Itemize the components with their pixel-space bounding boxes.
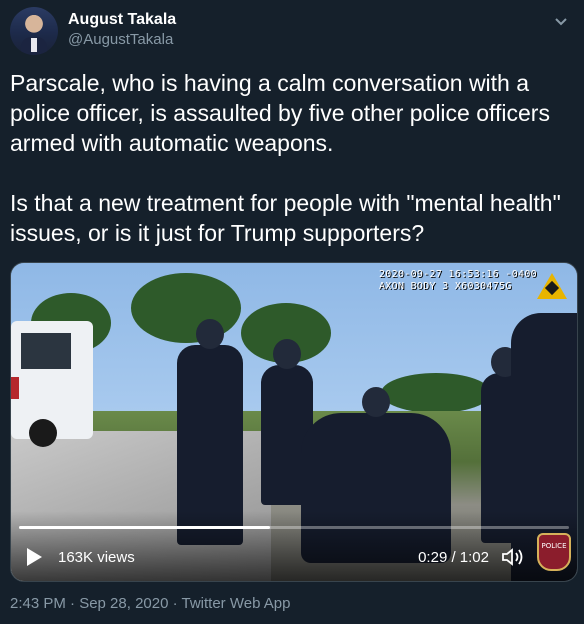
bodycam-timestamp-line: 2020-09-27 16:53:16 -0400 [378, 269, 537, 280]
video-controls: 163K views 0:29 / 1:02 [11, 543, 577, 571]
view-count: 163K views [58, 548, 135, 566]
tweet-meta[interactable]: 2:43 PM · Sep 28, 2020 · Twitter Web App [10, 595, 290, 612]
tweet-paragraph: Is that a new treatment for people with … [10, 190, 561, 246]
officer-head [273, 339, 301, 369]
truck-taillight [11, 377, 19, 399]
video-player[interactable]: 2020-09-27 16:53:16 -0400 AXON BODY 3 X6… [10, 262, 578, 582]
bodycam-device-line: AXON BODY 3 X6030475G [378, 281, 512, 292]
author-handle[interactable]: @AugustTakala [68, 30, 176, 50]
truck-window [21, 333, 71, 369]
truck-tire [29, 419, 57, 447]
author-names: August Takala @AugustTakala [68, 10, 176, 50]
palm-tree [381, 373, 491, 413]
play-icon[interactable] [27, 548, 42, 566]
bodycam-timestamp: 2020-09-27 16:53:16 -0400 AXON BODY 3 X6… [379, 269, 537, 293]
officer-head [362, 387, 390, 417]
avatar[interactable] [10, 7, 58, 55]
axon-logo-icon [537, 273, 567, 299]
officer-head [196, 319, 224, 349]
police-badge-logo: POLICE [537, 533, 571, 571]
palm-tree [131, 273, 241, 343]
tweet-paragraph: Parscale, who is having a calm conversat… [10, 70, 550, 156]
video-time: 0:29 / 1:02 [418, 548, 489, 566]
white-truck [11, 321, 93, 447]
chevron-down-icon[interactable] [552, 12, 570, 30]
tweet-text: Parscale, who is having a calm conversat… [10, 68, 576, 248]
video-progress-bar[interactable] [19, 526, 569, 529]
video-progress-fill [19, 526, 271, 529]
author-display-name[interactable]: August Takala [68, 10, 176, 30]
volume-icon[interactable] [501, 547, 525, 567]
tweet-header: August Takala @AugustTakala [10, 7, 176, 55]
police-badge-text: POLICE [541, 542, 567, 550]
